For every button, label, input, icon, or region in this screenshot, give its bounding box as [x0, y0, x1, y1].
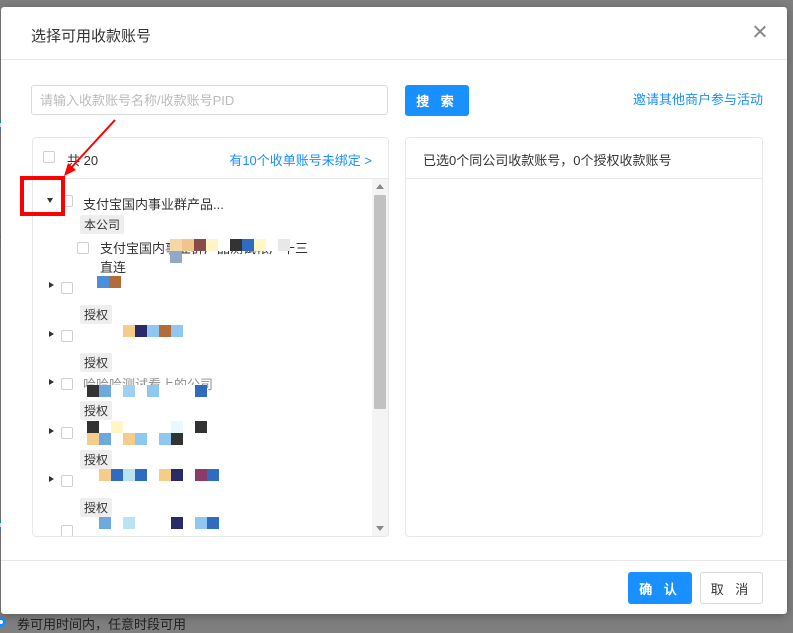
- cancel-button[interactable]: 取 消: [700, 572, 763, 604]
- scroll-down-icon[interactable]: [376, 526, 384, 531]
- tree-scrollbar[interactable]: [372, 179, 388, 536]
- dialog-title: 选择可用收款账号: [31, 28, 152, 45]
- tree-node-tag: 授权: [80, 498, 113, 517]
- scroll-thumb[interactable]: [374, 195, 386, 409]
- tree-node-tag: 授权: [80, 450, 113, 469]
- account-tree: 支付宝国内事业群产品... 本公司 支付宝国内事业群产品测试帐户十三 直连: [33, 179, 372, 536]
- tree-node-tag: 直连: [100, 260, 127, 275]
- selected-accounts-header: 已选0个同公司收款账号，0个授权收款账号: [406, 138, 762, 179]
- caret-right-icon[interactable]: [49, 476, 54, 482]
- tree-node-checkbox[interactable]: [61, 378, 73, 390]
- confirm-button[interactable]: 确 认: [628, 572, 692, 604]
- scroll-up-icon[interactable]: [376, 184, 384, 189]
- tree-node-checkbox[interactable]: [77, 242, 89, 254]
- dialog-footer: 确 认 取 消: [1, 560, 787, 614]
- redacted-mosaic: [170, 239, 290, 263]
- selected-summary-label: 已选0个同公司收款账号，0个授权收款账号: [423, 153, 672, 168]
- dialog-header: 选择可用收款账号: [1, 7, 787, 60]
- tree-node-checkbox[interactable]: [61, 282, 73, 294]
- caret-right-icon[interactable]: [49, 379, 54, 385]
- select-account-dialog: 选择可用收款账号 搜 索 邀请其他商户参与活动 共 20 有10个收单账号未绑定…: [1, 7, 787, 614]
- caret-right-icon[interactable]: [49, 282, 54, 288]
- annotation-arrow-icon: [64, 119, 116, 176]
- caret-right-icon[interactable]: [49, 331, 54, 337]
- invite-merchants-link[interactable]: 邀请其他商户参与活动: [633, 89, 763, 108]
- tree-node-checkbox[interactable]: [61, 475, 73, 487]
- search-button[interactable]: 搜 索: [405, 85, 469, 116]
- redacted-mosaic: [87, 385, 237, 397]
- redacted-mosaic: [123, 325, 223, 337]
- tree-node-checkbox[interactable]: [61, 330, 73, 342]
- unbound-accounts-link[interactable]: 有10个收单账号未绑定 >: [229, 150, 372, 169]
- selected-accounts-panel: 已选0个同公司收款账号，0个授权收款账号: [405, 137, 763, 537]
- tree-node-tag: 授权: [80, 401, 113, 420]
- redacted-mosaic: [87, 517, 231, 529]
- tree-node-checkbox[interactable]: [61, 525, 73, 536]
- redacted-mosaic: [87, 421, 231, 445]
- tree-node-checkbox[interactable]: [61, 427, 73, 439]
- tree-node-tag: 授权: [80, 353, 113, 372]
- backdrop-radio-3[interactable]: [0, 617, 6, 627]
- tree-node-tag: 本公司: [80, 215, 125, 234]
- redacted-mosaic: [87, 469, 231, 481]
- redacted-mosaic: [97, 276, 127, 288]
- tree-node-tag: 授权: [80, 305, 113, 324]
- account-list-panel: 共 20 有10个收单账号未绑定 > 支付宝国内事业群产品... 本公司 支付宝…: [32, 137, 389, 537]
- search-input[interactable]: [31, 85, 388, 115]
- close-icon[interactable]: [749, 21, 771, 43]
- backdrop-bottom-text: 券可用时间内，任意时段可用: [17, 617, 187, 632]
- caret-right-icon[interactable]: [49, 428, 54, 434]
- tree-node-label: 支付宝国内事业群产品...: [83, 197, 224, 212]
